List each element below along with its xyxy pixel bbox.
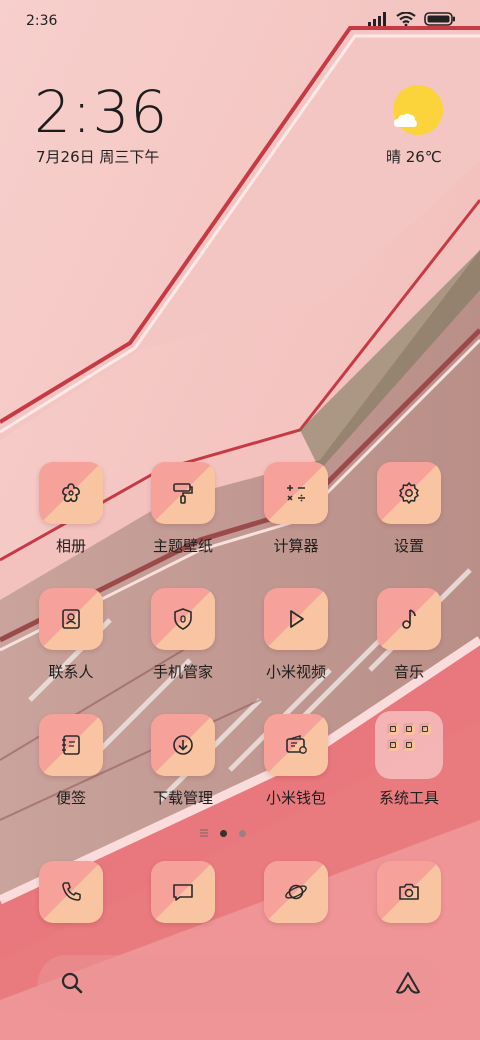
app-music[interactable]: 音乐 [359, 588, 459, 682]
weather-text[interactable]: 晴 26℃ [386, 146, 442, 167]
play-icon [290, 610, 304, 628]
folder-mini-app [387, 723, 399, 735]
battery-icon [424, 12, 455, 26]
dock-phone[interactable] [21, 861, 121, 923]
folder-mini-app [387, 739, 399, 751]
app-calculator[interactable]: 计算器 [246, 462, 346, 556]
app-settings[interactable]: 设置 [359, 462, 459, 556]
app-folder-system-tools[interactable]: 系统工具 [359, 711, 459, 808]
folder-icon[interactable] [375, 711, 443, 779]
app-gallery[interactable]: 相册 [21, 462, 121, 556]
app-label: 手机管家 [152, 663, 213, 681]
folder-mini-app [419, 723, 431, 735]
app-wallet[interactable]: 小米钱包 [246, 714, 346, 808]
app-themes[interactable]: 主题壁纸 [133, 462, 233, 556]
app-label: 下载管理 [152, 789, 213, 807]
download-icon [173, 735, 193, 755]
calculator-icon [287, 485, 305, 502]
app-label: 音乐 [393, 663, 424, 681]
app-downloads[interactable]: 下载管理 [133, 714, 233, 808]
app-label: 设置 [393, 537, 424, 555]
folder-mini-app [403, 739, 415, 751]
app-tile[interactable] [264, 861, 328, 923]
gear-icon [399, 482, 419, 504]
status-bar: 2:36 [0, 0, 480, 40]
dock-messages[interactable] [133, 861, 233, 923]
app-tile[interactable] [264, 588, 328, 650]
app-security[interactable]: 手机管家 [133, 588, 233, 682]
app-label: 计算器 [273, 537, 319, 555]
folder-mini-app [403, 723, 415, 735]
search-bar[interactable] [38, 955, 442, 1011]
app-tile[interactable] [377, 462, 441, 524]
app-label: 小米视频 [265, 663, 326, 681]
status-icons [368, 12, 456, 26]
app-tile[interactable] [151, 861, 215, 923]
clock-time[interactable]: 2:36 [34, 78, 168, 146]
wallet-icon [286, 735, 307, 754]
music-note-icon [402, 609, 416, 629]
app-label: 便签 [55, 789, 86, 807]
app-tile[interactable] [377, 588, 441, 650]
app-tile[interactable] [39, 462, 103, 524]
assistant-icon[interactable] [394, 970, 422, 996]
signal-icon [368, 12, 386, 26]
app-tile[interactable] [151, 588, 215, 650]
app-tile[interactable] [39, 714, 103, 776]
app-label: 主题壁纸 [152, 537, 213, 555]
search-icon[interactable] [60, 971, 84, 995]
app-notes[interactable]: 便签 [21, 714, 121, 808]
app-tile[interactable] [151, 462, 215, 524]
dock-browser[interactable] [246, 861, 346, 923]
flower-icon [62, 483, 80, 503]
app-label: 联系人 [48, 663, 94, 681]
clock-date[interactable]: 7月26日 周三下午 [36, 146, 159, 167]
wifi-icon [396, 12, 416, 26]
app-label: 系统工具 [378, 789, 439, 807]
app-tile[interactable] [264, 714, 328, 776]
browser-planet-icon [285, 884, 307, 900]
app-video[interactable]: 小米视频 [246, 588, 346, 682]
app-tile[interactable] [39, 861, 103, 923]
app-tile[interactable] [39, 588, 103, 650]
app-contacts[interactable]: 联系人 [21, 588, 121, 682]
page-dot[interactable] [239, 829, 246, 837]
app-tile[interactable] [151, 714, 215, 776]
app-label: 相册 [55, 537, 86, 555]
page-dot-active[interactable] [220, 829, 227, 837]
app-label: 小米钱包 [265, 789, 326, 807]
notebook-icon [62, 735, 80, 755]
message-icon [173, 884, 193, 901]
page-indicator[interactable] [200, 829, 246, 837]
phone-icon [62, 882, 81, 901]
contact-card-icon [62, 609, 80, 629]
shield-icon [174, 608, 192, 630]
app-tile[interactable] [377, 861, 441, 923]
dock-camera[interactable] [359, 861, 459, 923]
camera-icon [399, 883, 419, 900]
sunny-cloud-icon[interactable] [392, 84, 444, 136]
app-tile[interactable] [264, 462, 328, 524]
status-time: 2:36 [26, 13, 58, 29]
paint-roller-icon [173, 483, 193, 504]
menu-lines-icon [200, 829, 208, 837]
